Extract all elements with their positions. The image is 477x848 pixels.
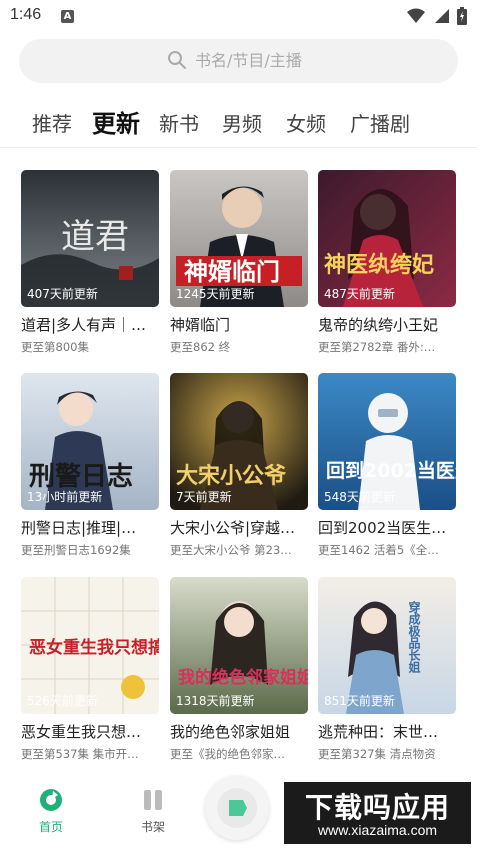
update-time: 487天前更新 (324, 287, 395, 301)
book-subtitle: 更至1462 活着5《全… (318, 543, 439, 557)
update-time: 526天前更新 (27, 694, 98, 708)
bookshelf-icon (144, 790, 162, 810)
book-cover[interactable]: 我的绝色邻家姐姐 1318天前更新 (170, 577, 308, 714)
tab-recommend[interactable]: 推荐 (32, 108, 72, 137)
player-button[interactable] (205, 776, 269, 840)
book-title: 鬼帝的纨绔小王妃 (318, 316, 439, 334)
book-subtitle: 更至第537集 集市开… (21, 747, 139, 761)
wifi-icon (407, 8, 425, 23)
cover-title: 穿成极品长姐 (407, 600, 421, 674)
search-bar[interactable] (19, 39, 458, 83)
book-cover[interactable]: 道君 407天前更新 (21, 170, 159, 307)
category-tabs: 推荐 更新 新书 男频 女频 广播剧 (0, 100, 477, 146)
watermark: 下载吗应用 www.xiazaima.com (284, 782, 471, 844)
book-title: 神婿临门 (170, 316, 231, 334)
nav-shelf-label: 书架 (140, 820, 165, 834)
book-cover[interactable]: 恶女重生我只想搞钱 526天前更新 (21, 577, 159, 714)
book-cover[interactable]: 刑警日志 13小时前更新 (21, 373, 159, 510)
book-subtitle: 更至《我的绝色邻家… (170, 747, 285, 761)
book-subtitle: 更至第327集 清点物资 (318, 747, 436, 761)
book-title: 大宋小公爷|穿越… (170, 519, 296, 537)
book-subtitle: 更至862 终 (170, 340, 231, 354)
notification-icon: A (61, 10, 74, 23)
book-title: 我的绝色邻家姐姐 (170, 723, 291, 741)
cover-title: 神医纨绔妃 (324, 252, 434, 278)
book-title: 逃荒种田：末世… (318, 723, 439, 741)
nav-home[interactable]: 首页 (26, 788, 76, 835)
tab-radio-drama[interactable]: 广播剧 (350, 108, 410, 137)
status-indicators (407, 7, 467, 25)
book-subtitle: 更至大宋小公爷 第23… (170, 543, 292, 557)
update-time: 851天前更新 (324, 694, 395, 708)
book-cover[interactable]: 回到2002当医生 548天前更新 (318, 373, 456, 510)
watermark-title: 下载吗应用 (304, 791, 450, 824)
book-cover[interactable]: 大宋小公爷 7天前更新 (170, 373, 308, 510)
tab-female[interactable]: 女频 (286, 108, 326, 137)
book-title: 刑警日志|推理|… (21, 519, 137, 537)
book-cover[interactable]: 神婿临门 1245天前更新 (170, 170, 308, 307)
book-title: 道君|多人有声｜… (21, 316, 147, 334)
book-cover[interactable]: 神医纨绔妃 487天前更新 (318, 170, 456, 307)
status-bar: 1:46 A (0, 0, 477, 34)
book-subtitle: 更至第800集 (21, 340, 89, 354)
battery-icon (457, 7, 467, 25)
search-input[interactable] (195, 50, 395, 70)
book-title: 恶女重生我只想… (21, 723, 142, 741)
cover-title: 回到2002当医生 (326, 459, 456, 482)
cover-title: 神婿临门 (184, 258, 280, 286)
cover-title: 道君 (61, 217, 129, 257)
update-time: 407天前更新 (27, 287, 98, 301)
book-subtitle: 更至刑警日志1692集 (21, 543, 131, 557)
tabs-divider (0, 147, 477, 148)
cover-title: 大宋小公爷 (176, 463, 287, 489)
signal-icon (435, 9, 449, 23)
nav-home-label: 首页 (38, 820, 63, 834)
player-disc-icon (229, 800, 247, 816)
book-title: 回到2002当医生… (318, 519, 447, 537)
cover-title: 恶女重生我只想搞钱 (29, 637, 159, 658)
cover-title: 我的绝色邻家姐姐 (178, 667, 308, 688)
book-cover[interactable]: 穿成极品长姐 851天前更新 (318, 577, 456, 714)
book-subtitle: 更至第2782章 番外:… (318, 340, 436, 354)
update-time: 7天前更新 (176, 490, 232, 504)
tab-new-books[interactable]: 新书 (159, 108, 199, 137)
status-time: 1:46 (10, 6, 42, 23)
update-time: 548天前更新 (324, 490, 395, 504)
tab-male[interactable]: 男频 (222, 108, 262, 137)
nav-shelf[interactable]: 书架 (128, 788, 178, 835)
search-icon (168, 51, 186, 69)
update-time: 1318天前更新 (176, 694, 255, 708)
tab-updates[interactable]: 更新 (92, 104, 140, 139)
watermark-url: www.xiazaima.com (317, 822, 438, 838)
update-time: 1245天前更新 (176, 287, 255, 301)
update-time: 13小时前更新 (27, 490, 103, 504)
home-icon (40, 789, 62, 811)
